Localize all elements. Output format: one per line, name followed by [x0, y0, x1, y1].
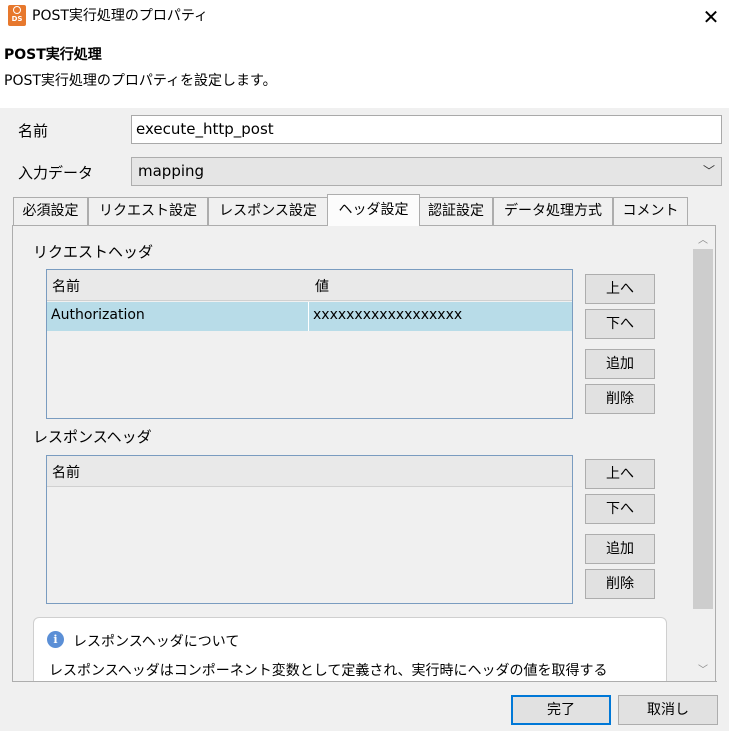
request-up-button[interactable]: 上へ: [585, 274, 655, 304]
column-name-header: 名前: [52, 465, 80, 481]
scroll-down-icon[interactable]: ﹀: [692, 661, 714, 676]
response-headers-title: レスポンスヘッダ: [33, 428, 152, 446]
header-description: POST実行処理のプロパティを設定します。: [4, 73, 277, 89]
finish-button[interactable]: 完了: [511, 695, 611, 725]
tab-response[interactable]: レスポンス設定: [208, 197, 328, 225]
column-name-header: 名前: [52, 279, 80, 295]
response-add-button[interactable]: 追加: [585, 534, 655, 564]
request-add-button[interactable]: 追加: [585, 349, 655, 379]
request-delete-button[interactable]: 削除: [585, 384, 655, 414]
tab-required[interactable]: 必須設定: [13, 197, 88, 225]
table-header: 名前 値: [47, 270, 572, 301]
header-title: POST実行処理: [4, 47, 102, 63]
info-text: レスポンスヘッダはコンポーネント変数として定義され、実行時にヘッダの値を取得する: [49, 663, 608, 679]
app-icon: DS: [8, 5, 26, 26]
close-icon[interactable]: ✕: [693, 0, 729, 33]
cancel-button[interactable]: 取消し: [618, 695, 718, 725]
request-headers-table[interactable]: 名前 値 Authorization xxxxxxxxxxxxxxxxxx: [46, 269, 573, 419]
response-down-button[interactable]: 下へ: [585, 494, 655, 524]
tab-header[interactable]: ヘッダ設定: [327, 194, 420, 226]
column-value-header: 値: [315, 279, 329, 295]
table-header: 名前: [47, 456, 572, 487]
scroll-thumb[interactable]: [693, 249, 713, 609]
name-label: 名前: [18, 122, 49, 140]
response-up-button[interactable]: 上へ: [585, 459, 655, 489]
panel-bottom-border: [12, 681, 717, 682]
tab-auth[interactable]: 認証設定: [419, 197, 493, 225]
info-icon: i: [47, 631, 64, 648]
input-data-value: mapping: [138, 162, 205, 180]
response-headers-table[interactable]: 名前: [46, 455, 573, 604]
request-headers-title: リクエストヘッダ: [33, 243, 154, 261]
row-name-cell: Authorization: [51, 307, 145, 323]
input-data-label: 入力データ: [18, 164, 94, 182]
name-input[interactable]: execute_http_post: [131, 115, 722, 144]
chevron-down-icon: ﹀: [702, 164, 715, 178]
scroll-up-icon[interactable]: ︿: [692, 231, 714, 246]
table-row[interactable]: Authorization xxxxxxxxxxxxxxxxxx: [47, 302, 572, 331]
window-title: POST実行処理のプロパティ: [32, 8, 209, 24]
tab-request[interactable]: リクエスト設定: [88, 197, 208, 225]
tab-data-processing[interactable]: データ処理方式: [493, 197, 613, 225]
info-title: レスポンスヘッダについて: [73, 634, 240, 650]
tab-comment[interactable]: コメント: [613, 197, 688, 225]
request-down-button[interactable]: 下へ: [585, 309, 655, 339]
response-delete-button[interactable]: 削除: [585, 569, 655, 599]
row-value-cell: xxxxxxxxxxxxxxxxxx: [313, 307, 463, 323]
input-data-select[interactable]: mapping ﹀: [131, 157, 722, 186]
